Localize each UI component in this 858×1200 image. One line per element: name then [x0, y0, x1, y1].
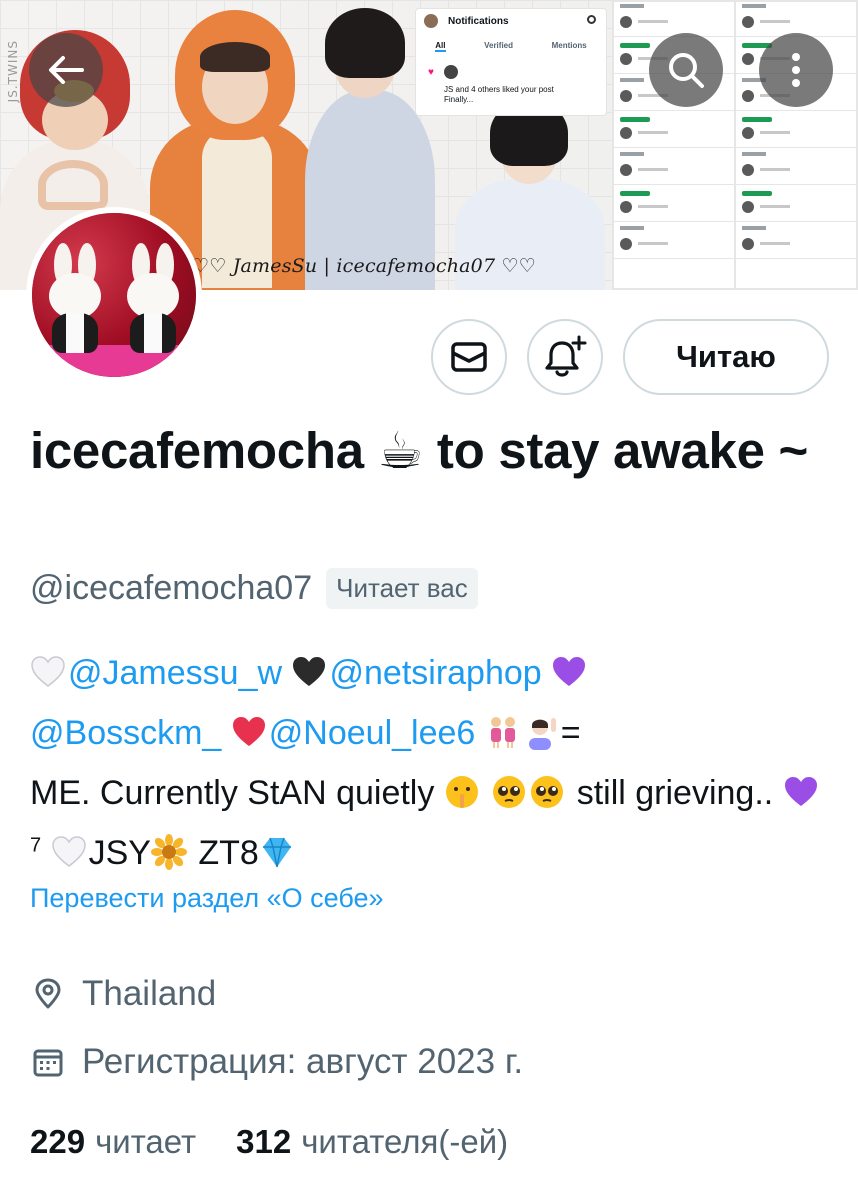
- bio-text-grieving: still grieving..: [576, 774, 774, 812]
- notif-tab-all: All: [435, 41, 446, 52]
- location-row: Thailand: [32, 974, 216, 1014]
- person-raising-hand-icon: [528, 718, 556, 750]
- join-date-text: Регистрация: август 2023 г.: [82, 1042, 524, 1081]
- envelope-icon: [451, 342, 487, 372]
- bio-superscript: 7: [30, 834, 42, 857]
- black-heart-icon: [293, 657, 326, 686]
- back-arrow-icon: [49, 56, 84, 84]
- bio-mention-bossckm[interactable]: @Bossckm_: [30, 714, 221, 752]
- purple-heart-icon: [784, 777, 817, 806]
- location-pin-icon: [35, 978, 61, 1009]
- bell-plus-icon: [545, 335, 587, 377]
- shushing-face-icon: [445, 776, 478, 808]
- notif-tab-verified: Verified: [484, 41, 513, 50]
- red-heart-icon: [232, 717, 265, 746]
- display-name: icecafemocha ☕ to stay awake ~: [30, 422, 809, 479]
- avatar-bunny-figure-right: [124, 243, 182, 355]
- search-button[interactable]: [649, 33, 723, 107]
- follow-stats: 229 читает 312 читателя(-ей): [30, 1123, 548, 1161]
- bio-text-equals: =: [560, 714, 581, 752]
- gem-icon: [262, 837, 291, 868]
- notif-avatar-icon: [424, 14, 438, 28]
- following-count: 229: [30, 1123, 86, 1160]
- join-date-row: Регистрация: август 2023 г.: [32, 1042, 523, 1082]
- back-button[interactable]: [29, 33, 103, 107]
- more-vertical-icon: [792, 53, 800, 87]
- following-label: читает: [95, 1123, 197, 1160]
- avatar-bunny-figure-left: [46, 243, 104, 355]
- follows-you-badge: Читает вас: [326, 568, 478, 609]
- user-handle: @icecafemocha07: [30, 569, 313, 607]
- notif-tab-mentions: Mentions: [551, 41, 587, 50]
- profile-avatar[interactable]: [26, 207, 202, 383]
- followers-stat[interactable]: 312 читателя(-ей): [236, 1123, 508, 1161]
- handle-row: @icecafemocha07 Читает вас: [30, 568, 478, 609]
- translate-bio-link[interactable]: Перевести раздел «О себе»: [30, 883, 384, 914]
- bio-mention-jamessu[interactable]: @Jamessu_w: [68, 654, 282, 692]
- notif-user-avatar: [444, 65, 458, 79]
- banner-notifications-screenshot: Notifications All Verified Mentions ♥ JS…: [415, 8, 607, 116]
- bio-text-currently: ME. Currently StAN quietly: [30, 774, 435, 812]
- bio-text-zt8: ZT8: [198, 834, 259, 872]
- bio-mention-noeul[interactable]: @Noeul_lee6: [269, 714, 476, 752]
- profile-bio: @Jamessu_w @netsiraphop @Bossckm_ @Noeul…: [30, 643, 830, 883]
- two-women-icon: [490, 717, 515, 748]
- bio-text-jsy: JSY: [88, 834, 151, 872]
- notif-tabs: All Verified Mentions: [416, 41, 606, 52]
- heart-icon: ♥: [428, 67, 434, 78]
- message-button[interactable]: [431, 319, 507, 395]
- notif-text-line1: JS and 4 others liked your post: [444, 85, 554, 94]
- notif-text-line2: Finally...: [444, 95, 474, 104]
- white-heart-icon: [31, 656, 65, 687]
- white-heart-icon: [51, 836, 86, 867]
- pleading-face-icon: [531, 776, 564, 808]
- bio-mention-netsiraphop[interactable]: @netsiraphop: [329, 654, 541, 692]
- following-stat[interactable]: 229 читает: [30, 1123, 196, 1161]
- followers-label: читателя(-ей): [301, 1123, 509, 1160]
- notify-button[interactable]: [527, 319, 603, 395]
- location-text: Thailand: [82, 974, 217, 1013]
- banner-caption: ♡♡ JamesSu | icecafemocha07 ♡♡: [192, 255, 536, 277]
- notif-title: Notifications: [448, 16, 509, 27]
- more-options-button[interactable]: [759, 33, 833, 107]
- notif-text: JS and 4 others liked your post Finally.…: [444, 85, 554, 105]
- calendar-icon: [33, 1049, 63, 1077]
- followers-count: 312: [236, 1123, 292, 1160]
- following-button[interactable]: Читаю: [623, 319, 829, 395]
- pleading-face-icon: [493, 776, 526, 808]
- gear-icon: [587, 15, 596, 24]
- purple-heart-icon: [553, 657, 586, 686]
- sunflower-icon: [150, 834, 187, 870]
- search-icon: [669, 53, 704, 88]
